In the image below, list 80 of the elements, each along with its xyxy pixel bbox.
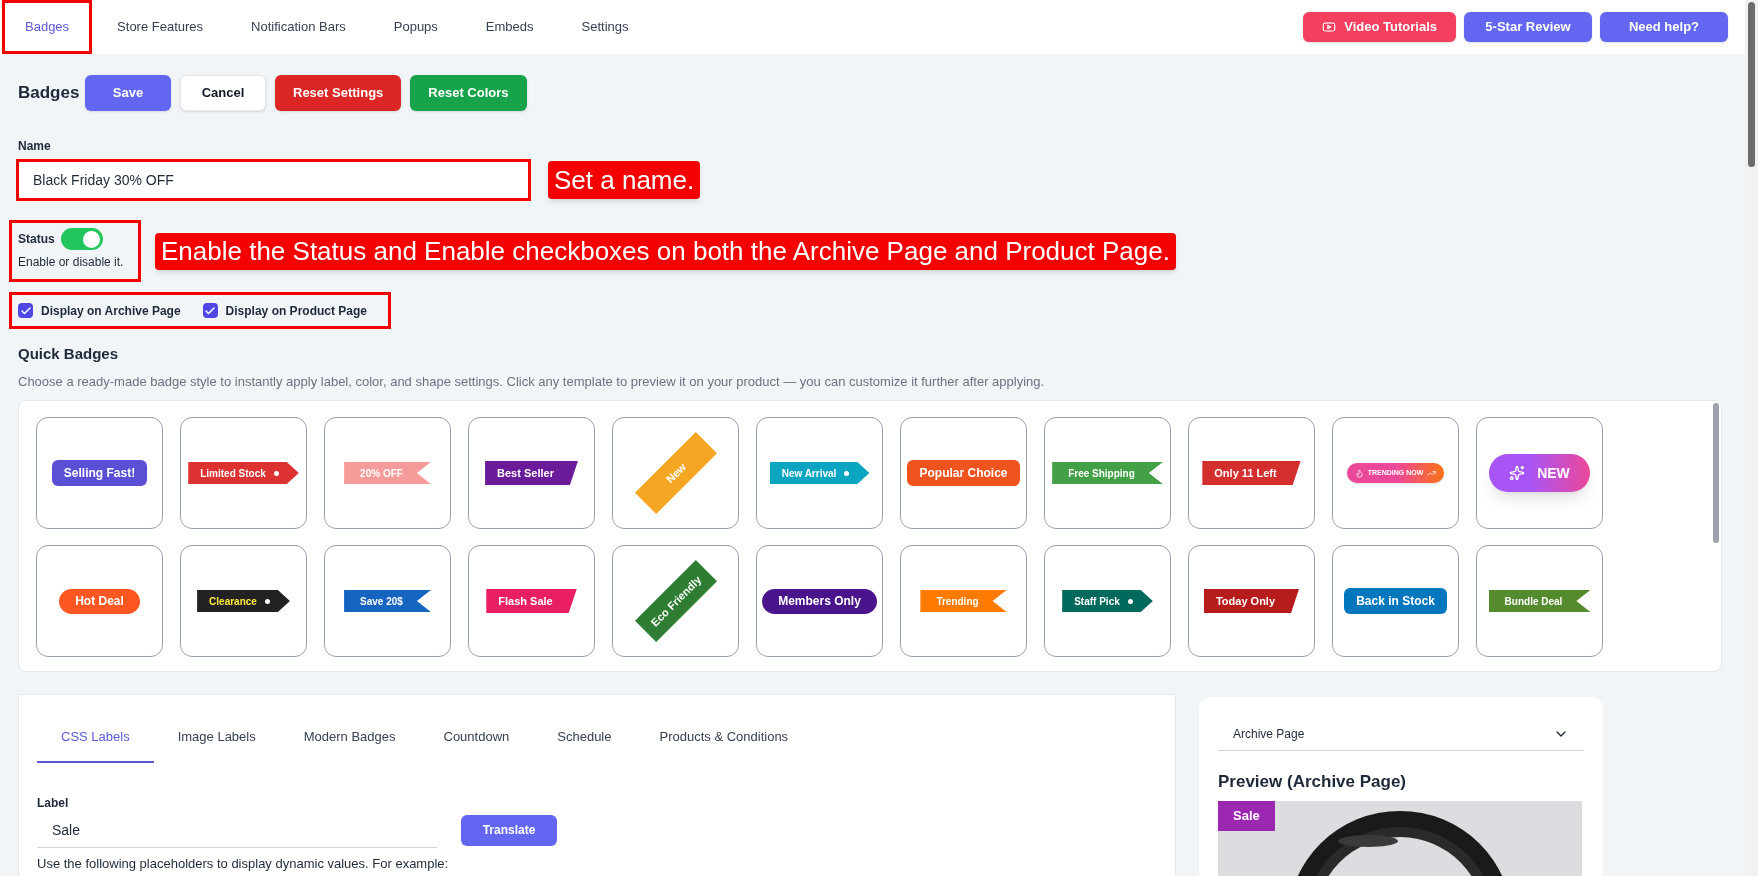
- badge-text: Limited Stock: [200, 466, 266, 481]
- flame-icon: [1354, 468, 1364, 478]
- badge-template-card[interactable]: Free Shipping: [1044, 417, 1171, 529]
- nav-tab[interactable]: Store Features: [94, 0, 227, 54]
- badge-label: Hot Deal: [59, 588, 140, 614]
- help-text: Use the following placeholders to display dynamic values. For example:: [37, 855, 450, 873]
- badge-template-card[interactable]: New Arrival: [756, 417, 883, 529]
- slanted-badge: Best Seller: [485, 461, 578, 485]
- badge-label: Popular Choice: [907, 460, 1020, 486]
- badge-label: Back in Stock: [1344, 588, 1447, 614]
- badge-template-card[interactable]: Members Only: [756, 545, 883, 657]
- checkbox-label: Display on Product Page: [225, 302, 367, 320]
- badge-text: NEW: [1537, 463, 1570, 483]
- action-button[interactable]: Reset Colors: [410, 75, 527, 111]
- field-label: Label: [37, 795, 70, 812]
- checkbox[interactable]: [18, 303, 33, 318]
- editor-tab[interactable]: Schedule: [533, 713, 636, 763]
- video-play-icon: [1322, 20, 1337, 34]
- ribbon-badge: 20% OFF: [344, 462, 431, 484]
- checkbox-label: Display on Archive Page: [41, 302, 181, 320]
- nav-tab[interactable]: Popups: [370, 0, 461, 54]
- badge-template-card[interactable]: NEW: [1476, 417, 1603, 529]
- badge-label: Selling Fast!: [51, 460, 148, 486]
- field-label: Name: [18, 138, 52, 155]
- nav-tab[interactable]: Settings: [558, 0, 652, 54]
- ribbon-badge: Free Shipping: [1052, 462, 1163, 484]
- badge-label: Members Only: [762, 588, 877, 614]
- nav-tab[interactable]: Badges: [2, 0, 93, 54]
- gallery-scrollbar[interactable]: [1713, 403, 1719, 543]
- slanted-badge: Only 11 Left: [1202, 461, 1301, 485]
- status-hint: Enable or disable it.: [18, 254, 125, 271]
- checkbox[interactable]: [202, 303, 218, 318]
- nav-tab[interactable]: Notification Bars: [228, 0, 369, 54]
- badge-template-card[interactable]: Save 20$: [324, 545, 451, 657]
- ribbon-badge: Bundle Deal: [1488, 590, 1591, 612]
- editor-tab[interactable]: CSS Labels: [37, 713, 154, 763]
- status-toggle[interactable]: [60, 228, 103, 250]
- status-label: Status: [18, 231, 55, 248]
- slanted-badge: Today Only: [1203, 589, 1300, 613]
- translate-button[interactable]: Translate: [461, 814, 557, 846]
- slanted-badge: Flash Sale: [486, 589, 577, 613]
- editor-tab[interactable]: Modern Badges: [279, 713, 420, 763]
- badge-template-card[interactable]: Hot Deal: [36, 545, 163, 657]
- sale-tag: Sale: [1218, 800, 1275, 831]
- annotation-callout: Set a name.: [548, 161, 701, 199]
- badge-text: Staff Pick: [1074, 594, 1120, 609]
- header-button[interactable]: 5-Star Review: [1464, 12, 1592, 42]
- badge-template-card[interactable]: Back in Stock: [1332, 545, 1459, 657]
- header-button[interactable]: Need help?: [1600, 12, 1728, 42]
- sparkle-icon: [1509, 465, 1526, 481]
- page-select[interactable]: Archive Page: [1218, 717, 1584, 751]
- badge-template-card[interactable]: Bundle Deal: [1476, 545, 1603, 657]
- name-field[interactable]: Black Friday 30% OFF: [16, 159, 531, 201]
- badge-template-card[interactable]: Flash Sale: [468, 545, 595, 657]
- trend-icon: [1427, 468, 1437, 478]
- section-description: Choose a ready-made badge style to instantly apply label, color, and shape settings. Click any template to preview it on your product — you can customize it further after applying.: [18, 372, 1046, 391]
- action-button[interactable]: Cancel: [180, 75, 266, 111]
- badge-template-card[interactable]: Best Seller: [468, 417, 595, 529]
- editor-tab[interactable]: Products & Conditions: [635, 713, 813, 763]
- action-button[interactable]: Save: [85, 75, 171, 111]
- badge-text: New Arrival: [781, 466, 837, 481]
- badge-template-card[interactable]: Today Only: [1188, 545, 1315, 657]
- badge-template-card[interactable]: Limited Stock: [180, 417, 307, 529]
- annotation-callout: Enable the Status and Enable checkboxes on both the Archive Page and Product Page.: [155, 232, 1176, 270]
- badge-template-card[interactable]: Popular Choice: [900, 417, 1027, 529]
- editor-tab[interactable]: Image Labels: [153, 713, 280, 763]
- badge-template-card[interactable]: Clearance: [180, 545, 307, 657]
- video-tutorials-button[interactable]: Video Tutorials: [1303, 12, 1456, 42]
- nav-tab[interactable]: Embeds: [462, 0, 557, 54]
- ribbon-badge: Trending: [920, 590, 1007, 612]
- badge-text: Clearance: [209, 594, 257, 609]
- action-button[interactable]: Reset Settings: [275, 75, 402, 111]
- ribbon-badge: Save 20$: [344, 590, 431, 612]
- section-title: Quick Badges: [18, 344, 120, 364]
- editor-tab[interactable]: Countdown: [419, 713, 534, 763]
- badge-template-card[interactable]: Selling Fast!: [36, 417, 163, 529]
- page-scrollbar[interactable]: [1745, 0, 1758, 876]
- preview-title: Preview (Archive Page): [1218, 771, 1408, 793]
- badge-template-card[interactable]: Only 11 Left: [1188, 417, 1315, 529]
- badge-template-card[interactable]: Staff Pick: [1044, 545, 1171, 657]
